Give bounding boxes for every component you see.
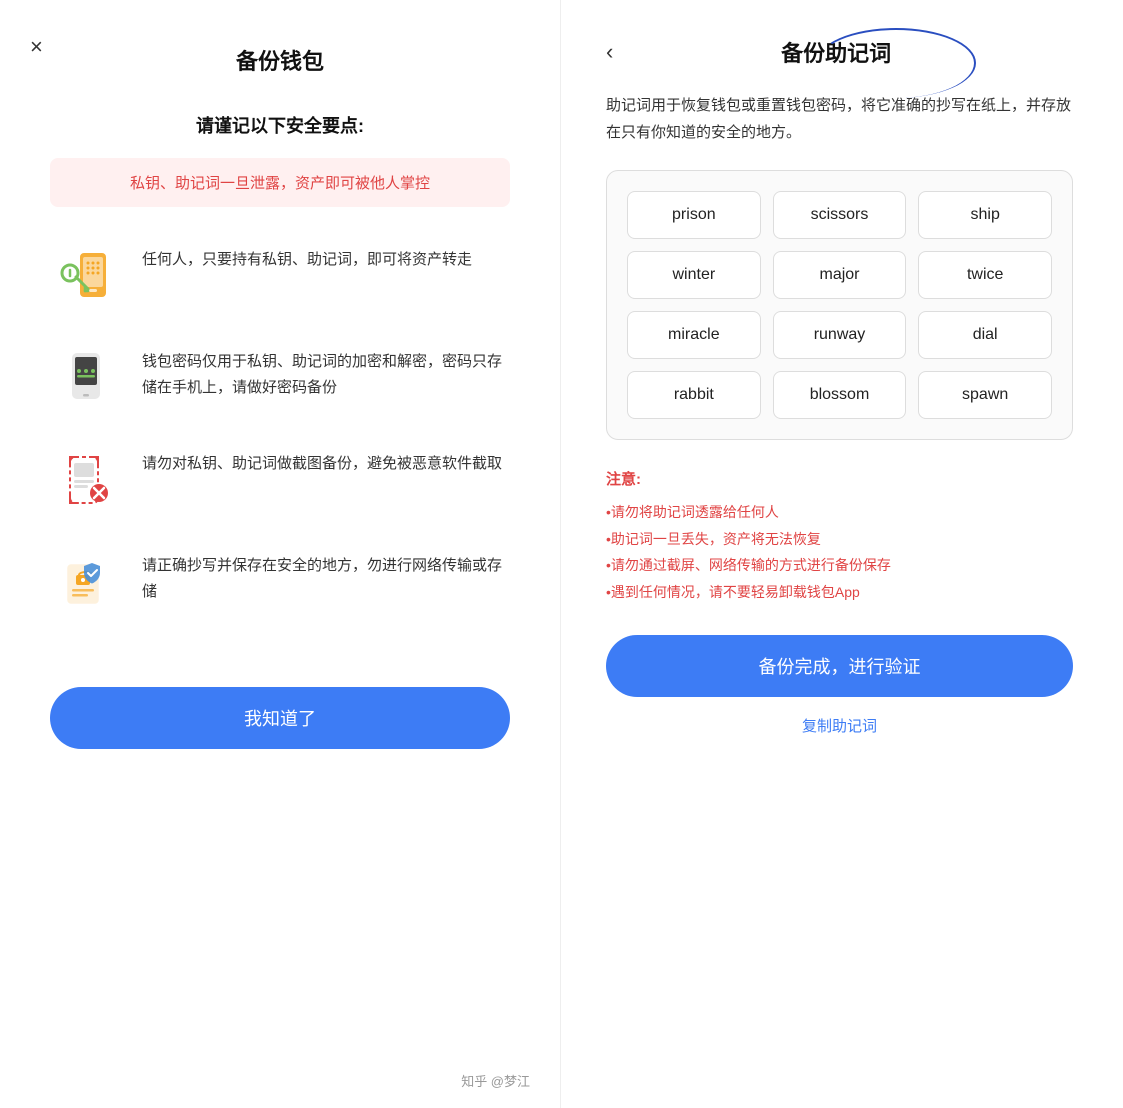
watermark: 知乎 @梦江 [461, 1071, 530, 1090]
notice-item-2: •助记词一旦丢失，资产将无法恢复 [606, 526, 1073, 553]
notice-item-3: •请勿通过截屏、网络传输的方式进行备份保存 [606, 552, 1073, 579]
right-header: ‹ 备份助记词 [606, 36, 1073, 68]
security-heading: 请谨记以下安全要点: [50, 112, 510, 138]
right-panel: ‹ 备份助记词 助记词用于恢复钱包或重置钱包密码，将它准确的抄写在纸上，并存放在… [561, 0, 1123, 1108]
copy-mnemonic-link[interactable]: 复制助记词 [606, 715, 1073, 736]
mnemonic-word-11: blossom [773, 371, 907, 419]
doc-cloud-icon [50, 545, 122, 617]
left-panel: × 备份钱包 请谨记以下安全要点: 私钥、助记词一旦泄露，资产即可被他人掌控 [0, 0, 561, 1108]
confirm-button[interactable]: 我知道了 [50, 687, 510, 749]
notice-item-1: •请勿将助记词透露给任何人 [606, 499, 1073, 526]
right-title: 备份助记词 [629, 36, 1043, 68]
mnemonic-word-2: scissors [773, 191, 907, 239]
warning-box: 私钥、助记词一旦泄露，资产即可被他人掌控 [50, 158, 510, 207]
mnemonic-grid: prisonscissorsship wintermajortwice miracl… [606, 170, 1073, 440]
notice-title: 注意: [606, 468, 1073, 489]
mnemonic-word-5: major [773, 251, 907, 299]
item-text-2: 钱包密码仅用于私钥、助记词的加密和解密，密码只存储在手机上，请做好密码备份 [142, 341, 510, 400]
item-text-4: 请正确抄写并保存在安全的地方，勿进行网络传输或存储 [142, 545, 510, 604]
mnemonic-word-4: winter [627, 251, 761, 299]
close-button[interactable]: × [30, 36, 43, 58]
right-description: 助记词用于恢复钱包或重置钱包密码，将它准确的抄写在纸上，并存放在只有你知道的安全… [606, 92, 1073, 146]
security-item-2: 钱包密码仅用于私钥、助记词的加密和解密，密码只存储在手机上，请做好密码备份 [50, 341, 510, 413]
item-text-1: 任何人，只要持有私钥、助记词，即可将资产转走 [142, 239, 472, 273]
mnemonic-word-12: spawn [918, 371, 1052, 419]
security-item-4: 请正确抄写并保存在安全的地方，勿进行网络传输或存储 [50, 545, 510, 617]
verify-button[interactable]: 备份完成，进行验证 [606, 635, 1073, 697]
mnemonic-word-6: twice [918, 251, 1052, 299]
item-text-3: 请勿对私钥、助记词做截图备份，避免被恶意软件截取 [142, 443, 502, 477]
security-item-1: 任何人，只要持有私钥、助记词，即可将资产转走 [50, 239, 510, 311]
screenshot-icon [50, 443, 122, 515]
mnemonic-word-1: prison [627, 191, 761, 239]
left-title: 备份钱包 [50, 44, 510, 76]
key-phone-icon [50, 239, 122, 311]
security-item-3: 请勿对私钥、助记词做截图备份，避免被恶意软件截取 [50, 443, 510, 515]
mnemonic-word-8: runway [773, 311, 907, 359]
mnemonic-word-7: miracle [627, 311, 761, 359]
notice-item-4: •遇到任何情况，请不要轻易卸载钱包App [606, 579, 1073, 606]
back-button[interactable]: ‹ [606, 41, 613, 63]
mnemonic-word-9: dial [918, 311, 1052, 359]
mnemonic-word-3: ship [918, 191, 1052, 239]
mnemonic-word-10: rabbit [627, 371, 761, 419]
notice-section: 注意: •请勿将助记词透露给任何人•助记词一旦丢失，资产将无法恢复•请勿通过截屏… [606, 468, 1073, 605]
phone-lock-icon [50, 341, 122, 413]
